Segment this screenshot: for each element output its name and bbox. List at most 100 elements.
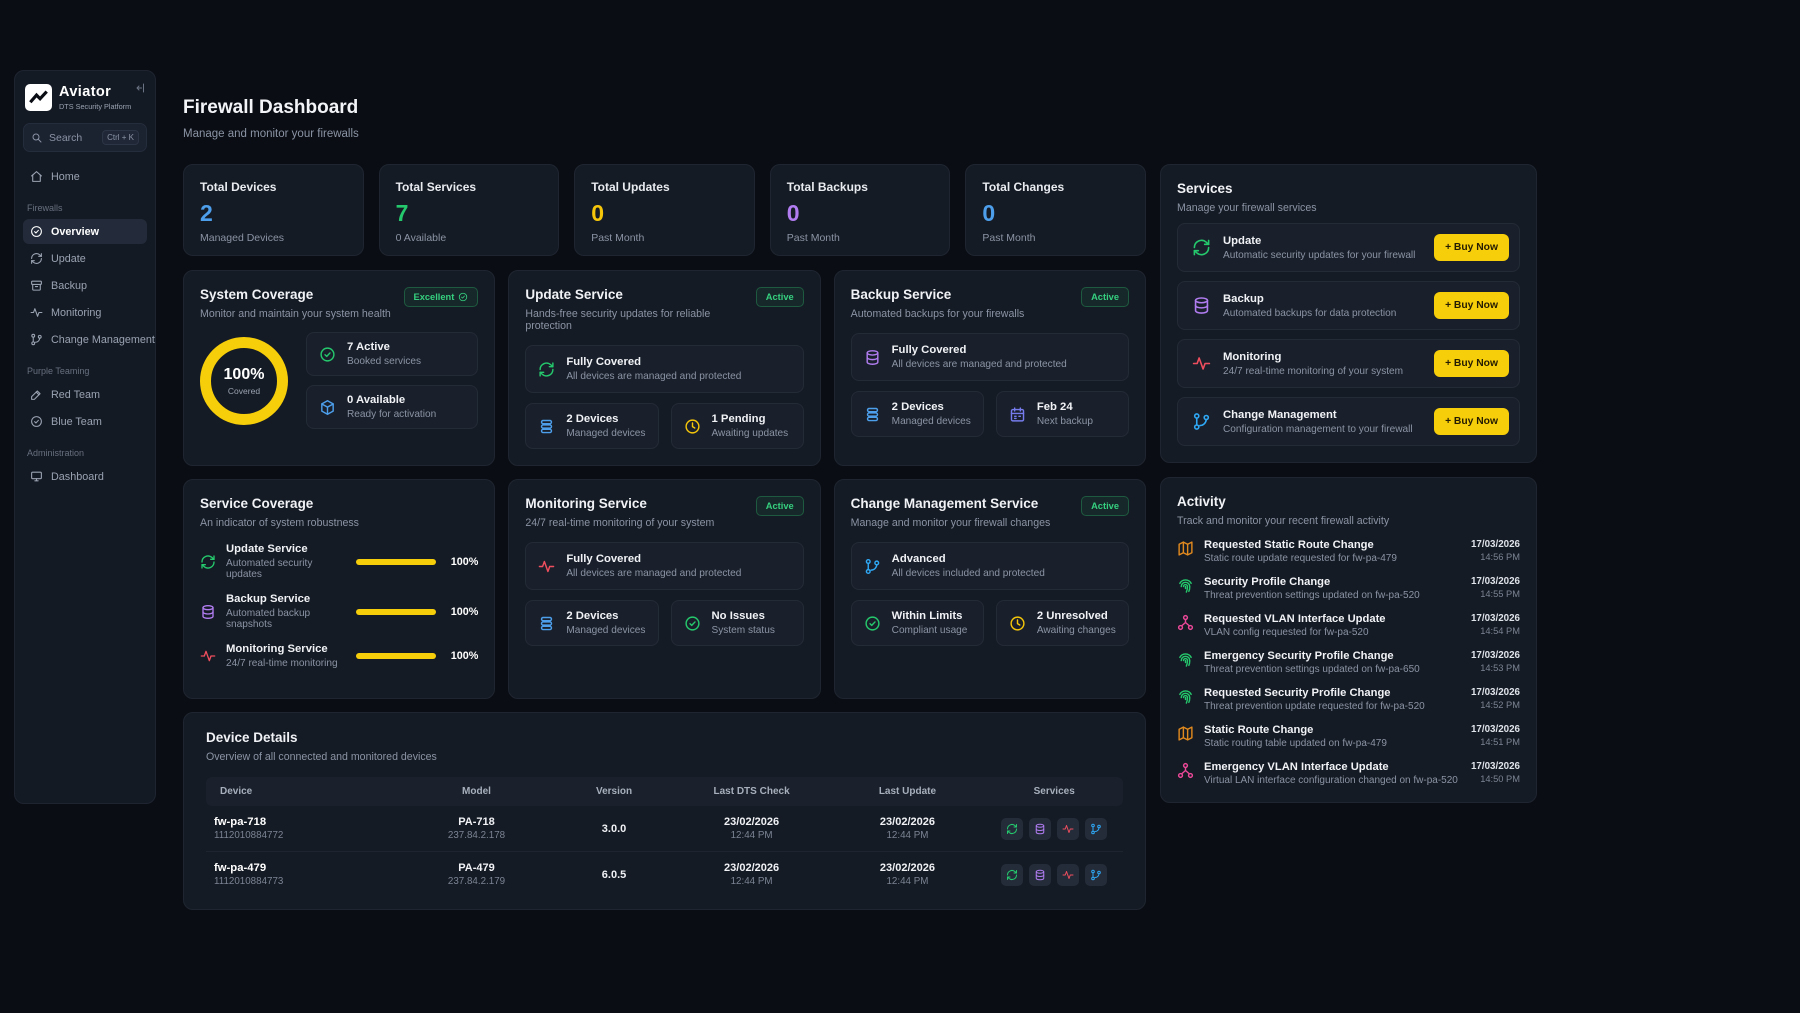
- device-details-card: Device Details Overview of all connected…: [183, 712, 1146, 910]
- activity-item[interactable]: Emergency Security Profile Change Threat…: [1177, 650, 1520, 676]
- check-circle-icon: [319, 346, 336, 363]
- col-services: Services: [985, 777, 1123, 806]
- branch-icon: [1192, 412, 1211, 431]
- branch-icon: [1090, 869, 1102, 881]
- card-subtitle: Monitor and maintain your system health: [200, 308, 391, 320]
- sidebar-item-backup[interactable]: Backup: [23, 273, 147, 298]
- backup-service-chip[interactable]: [1029, 818, 1051, 840]
- progress-bar: [356, 653, 436, 659]
- sidebar-item-red-team[interactable]: Red Team: [23, 382, 147, 407]
- service-chips: [993, 818, 1115, 840]
- stat-label: Total Devices: [200, 180, 347, 194]
- ring-label: Covered: [228, 386, 260, 396]
- activity-item[interactable]: Requested Security Profile Change Threat…: [1177, 687, 1520, 713]
- buy-now-change-management-button[interactable]: + Buy Now: [1434, 408, 1509, 435]
- progress-value: 100%: [446, 556, 478, 568]
- stat-total-changes: Total Changes 0 Past Month: [965, 164, 1146, 256]
- stat-value: 2: [200, 200, 347, 227]
- monitoring-service-chip[interactable]: [1057, 818, 1079, 840]
- sidebar-item-update[interactable]: Update: [23, 246, 147, 271]
- monitoring-service-chip[interactable]: [1057, 864, 1079, 886]
- circle-check-icon: [30, 415, 43, 428]
- activity-item[interactable]: Requested VLAN Interface Update VLAN con…: [1177, 613, 1520, 639]
- stat-value: 0: [591, 200, 738, 227]
- database-icon: [1034, 823, 1046, 835]
- branch-icon: [864, 558, 881, 575]
- service-row-update: Update Automatic security updates for yo…: [1177, 223, 1520, 272]
- page-subtitle: Manage and monitor your firewalls: [183, 128, 1537, 140]
- sidebar-item-overview[interactable]: Overview: [23, 219, 147, 244]
- ring-value: 100%: [224, 366, 265, 384]
- search-icon: [31, 132, 43, 144]
- map-icon: [1177, 725, 1194, 742]
- backup-service-chip[interactable]: [1029, 864, 1051, 886]
- activity-item[interactable]: Security Profile Change Threat preventio…: [1177, 576, 1520, 602]
- sidebar-item-blue-team[interactable]: Blue Team: [23, 409, 147, 434]
- network-icon: [1177, 614, 1194, 631]
- panel-title: Activity: [1177, 494, 1520, 509]
- activity-item[interactable]: Static Route Change Static routing table…: [1177, 724, 1520, 750]
- stat-sub: Past Month: [787, 232, 934, 244]
- card-title: Device Details: [206, 730, 1123, 745]
- sidebar-item-label: Dashboard: [51, 471, 104, 483]
- activity-item[interactable]: Emergency VLAN Interface Update Virtual …: [1177, 761, 1520, 787]
- change-management-chip[interactable]: [1085, 818, 1107, 840]
- sidebar-section-firewalls: Firewalls: [27, 203, 143, 213]
- coverage-tile: Fully Covered All devices are managed an…: [851, 333, 1129, 381]
- collapse-sidebar-icon[interactable]: [135, 82, 147, 94]
- next-backup-tile: Feb 24 Next backup: [996, 391, 1129, 437]
- active-badge: Active: [756, 287, 804, 307]
- search-input[interactable]: Search Ctrl + K: [23, 123, 147, 152]
- devices-tile: 2 Devices Managed devices: [851, 391, 984, 437]
- progress-bar: [356, 609, 436, 615]
- col-device: Device: [206, 777, 399, 806]
- stats-row: Total Devices 2 Managed Devices Total Se…: [183, 164, 1146, 256]
- check-circle-icon: [684, 615, 701, 632]
- sidebar: Aviator DTS Security Platform Search Ctr…: [14, 70, 156, 804]
- excellent-badge: Excellent: [404, 287, 479, 307]
- monitor-icon: [30, 470, 43, 483]
- stat-label: Total Updates: [591, 180, 738, 194]
- card-subtitle: An indicator of system robustness: [200, 517, 359, 529]
- check-circle-icon: [458, 292, 468, 302]
- sidebar-item-change-management[interactable]: Change Management: [23, 327, 147, 352]
- active-badge: Active: [756, 496, 804, 516]
- stat-sub: Managed Devices: [200, 232, 347, 244]
- database-icon: [1192, 296, 1211, 315]
- buy-now-update-button[interactable]: + Buy Now: [1434, 234, 1509, 261]
- pulse-icon: [200, 648, 216, 664]
- stat-sub: Past Month: [591, 232, 738, 244]
- buy-now-backup-button[interactable]: + Buy Now: [1434, 292, 1509, 319]
- sidebar-item-label: Change Management: [51, 334, 155, 346]
- search-shortcut: Ctrl + K: [102, 130, 139, 145]
- change-management-chip[interactable]: [1085, 864, 1107, 886]
- clock-icon: [684, 418, 701, 435]
- update-service-card: Update Service Hands-free security updat…: [508, 270, 820, 466]
- stat-total-devices: Total Devices 2 Managed Devices: [183, 164, 364, 256]
- activity-item[interactable]: Requested Static Route Change Static rou…: [1177, 539, 1520, 565]
- pulse-icon: [1192, 354, 1211, 373]
- sidebar-item-monitoring[interactable]: Monitoring: [23, 300, 147, 325]
- card-title: Update Service: [525, 287, 755, 302]
- sidebar-item-home[interactable]: Home: [23, 164, 147, 189]
- devices-tile: 2 Devices Managed devices: [525, 600, 658, 646]
- archive-icon: [30, 279, 43, 292]
- buy-now-monitoring-button[interactable]: + Buy Now: [1434, 350, 1509, 377]
- update-service-chip[interactable]: [1001, 864, 1023, 886]
- database-icon: [1034, 869, 1046, 881]
- sidebar-item-dashboard[interactable]: Dashboard: [23, 464, 147, 489]
- coverage-tile: Fully Covered All devices are managed an…: [525, 542, 803, 590]
- device-id: 1112010884773: [214, 876, 391, 887]
- monitoring-service-card: Monitoring Service 24/7 real-time monito…: [508, 479, 820, 699]
- table-row: fw-pa-718 1112010884772 PA-718 237.84.2.…: [206, 806, 1123, 852]
- fingerprint-icon: [1177, 577, 1194, 594]
- refresh-icon: [1006, 823, 1018, 835]
- cube-icon: [319, 399, 336, 416]
- devices-icon: [538, 615, 555, 632]
- update-service-chip[interactable]: [1001, 818, 1023, 840]
- card-subtitle: Overview of all connected and monitored …: [206, 751, 1123, 763]
- pulse-icon: [30, 306, 43, 319]
- progress-bar: [356, 559, 436, 565]
- sidebar-section-administration: Administration: [27, 448, 143, 458]
- card-title: Backup Service: [851, 287, 1025, 302]
